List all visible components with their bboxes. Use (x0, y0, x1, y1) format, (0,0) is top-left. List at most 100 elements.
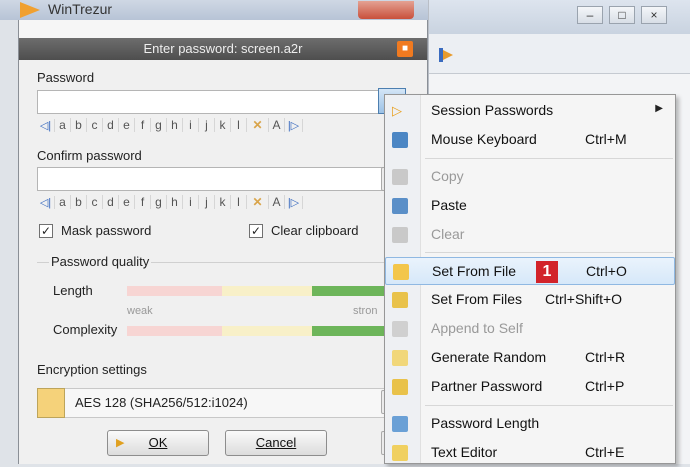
menu-item-shortcut: Ctrl+M (585, 131, 627, 147)
maximize-button[interactable]: □ (609, 6, 635, 24)
scroll-right-icon[interactable]: |▷ (285, 118, 303, 132)
menu-item-set-from-files[interactable]: Set From Files Ctrl+Shift+O (385, 286, 675, 314)
password-char-row[interactable]: ◁| a b c d e f g h i j k l ✕ A |▷ (37, 116, 303, 134)
char-key[interactable]: k (215, 195, 231, 209)
char-key[interactable]: i (183, 118, 199, 132)
weak-label: weak (127, 305, 153, 317)
password-quality-label: Password quality (49, 254, 152, 269)
mask-password-checkbox[interactable]: ✓ (39, 224, 53, 238)
char-key[interactable]: b (71, 118, 87, 132)
scroll-left-icon[interactable]: ◁| (37, 118, 55, 132)
char-key[interactable]: a (55, 195, 71, 209)
menu-item-label: Text Editor (431, 444, 498, 460)
char-key[interactable]: d (103, 118, 119, 132)
menu-item-text-editor[interactable]: Text Editor Ctrl+E (385, 439, 675, 467)
menu-item-session-passwords[interactable]: ▷ Session Passwords ▶ (385, 97, 675, 125)
submenu-arrow-icon: ▶ (655, 103, 663, 114)
char-key[interactable]: j (199, 118, 215, 132)
menu-item-copy: Copy (385, 163, 675, 191)
menu-item-partner-password[interactable]: Partner Password Ctrl+P (385, 373, 675, 401)
toolbar-icon[interactable] (437, 46, 455, 64)
char-key[interactable]: e (119, 195, 135, 209)
char-key[interactable]: c (87, 118, 103, 132)
char-key[interactable]: l (231, 118, 247, 132)
ok-button[interactable]: ▶ OK (107, 430, 209, 456)
cancel-button[interactable]: Cancel (225, 430, 327, 456)
folder-icon (393, 264, 409, 280)
char-key[interactable]: g (151, 195, 167, 209)
char-key[interactable]: h (167, 195, 183, 209)
menu-item-append-to-self: Append to Self (385, 315, 675, 343)
menu-separator (425, 252, 673, 253)
clear-chars-icon[interactable]: ✕ (247, 195, 269, 209)
menu-item-shortcut: Ctrl+E (585, 444, 625, 460)
encryption-settings-label: Encryption settings (37, 362, 147, 377)
menu-item-paste[interactable]: Paste (385, 192, 675, 220)
char-key[interactable]: c (87, 195, 103, 209)
dialog-title-bar: Enter password: screen.a2r ■ (19, 38, 427, 60)
dialog-title: Enter password: screen.a2r (143, 41, 303, 56)
minimize-button[interactable]: – (577, 6, 603, 24)
char-key[interactable]: f (135, 195, 151, 209)
app-close-button[interactable] (358, 1, 414, 19)
complexity-label: Complexity (53, 322, 118, 337)
menu-item-shortcut: Ctrl+P (585, 378, 625, 394)
menu-item-set-from-file[interactable]: Set From File Ctrl+O 1 (385, 257, 675, 285)
char-key[interactable]: A (269, 118, 285, 132)
menu-item-label: Set From Files (431, 291, 523, 307)
confirm-password-input[interactable] (37, 167, 387, 191)
menu-item-shortcut: Ctrl+O (586, 263, 627, 279)
menu-item-label: Generate Random (431, 349, 547, 365)
generate-icon (392, 350, 408, 366)
keyboard-icon (392, 132, 408, 148)
char-key[interactable]: i (183, 195, 199, 209)
password-input[interactable] (37, 90, 387, 114)
scroll-left-icon[interactable]: ◁| (37, 195, 55, 209)
menu-separator (425, 405, 673, 406)
menu-item-mouse-keyboard[interactable]: Mouse Keyboard Ctrl+M (385, 126, 675, 154)
char-key[interactable]: f (135, 118, 151, 132)
close-button[interactable]: × (641, 6, 667, 24)
clear-chars-icon[interactable]: ✕ (247, 118, 269, 132)
app-titlebar: WinTrezur (0, 0, 428, 20)
menu-item-password-length[interactable]: Password Length (385, 410, 675, 438)
password-dialog: Enter password: screen.a2r ■ Password ◁|… (18, 20, 428, 464)
confirm-char-row[interactable]: ◁| a b c d e f g h i j k l ✕ A |▷ (37, 193, 303, 211)
menu-item-generate-random[interactable]: Generate Random Ctrl+R (385, 344, 675, 372)
menu-item-label: Paste (431, 197, 467, 213)
scroll-right-icon[interactable]: |▷ (285, 195, 303, 209)
callout-badge: 1 (536, 261, 558, 283)
char-key[interactable]: k (215, 118, 231, 132)
char-key[interactable]: b (71, 195, 87, 209)
clear-clipboard-checkbox[interactable]: ✓ (249, 224, 263, 238)
play-icon: ▷ (392, 103, 402, 118)
strong-label: stron (353, 305, 378, 317)
clear-clipboard-label: Clear clipboard (271, 223, 359, 238)
app-logo (20, 2, 40, 18)
menu-item-label: Clear (431, 226, 465, 242)
menu-item-shortcut: Ctrl+Shift+O (545, 291, 623, 307)
char-key[interactable]: g (151, 118, 167, 132)
char-key[interactable]: l (231, 195, 247, 209)
char-key[interactable]: e (119, 118, 135, 132)
char-key[interactable]: d (103, 195, 119, 209)
partner-icon (392, 379, 408, 395)
menu-item-label: Append to Self (431, 320, 523, 336)
char-key[interactable]: h (167, 118, 183, 132)
copy-icon (392, 169, 408, 185)
app-title: WinTrezur (48, 1, 113, 17)
length-label: Length (53, 283, 93, 298)
background-toolbar (429, 34, 690, 74)
dialog-close-icon[interactable]: ■ (397, 41, 413, 57)
char-key[interactable]: j (199, 195, 215, 209)
length-meter (127, 286, 397, 296)
background-titlebar: – □ × (429, 0, 690, 34)
char-key[interactable]: a (55, 118, 71, 132)
encryption-icon[interactable] (37, 388, 65, 418)
editor-icon (392, 445, 408, 461)
ok-arrow-icon: ▶ (116, 437, 125, 449)
char-key[interactable]: A (269, 195, 285, 209)
append-icon (392, 321, 408, 337)
menu-item-label: Set From File (432, 263, 517, 279)
password-context-menu: ▷ Session Passwords ▶ Mouse Keyboard Ctrl+M C… (384, 94, 676, 464)
